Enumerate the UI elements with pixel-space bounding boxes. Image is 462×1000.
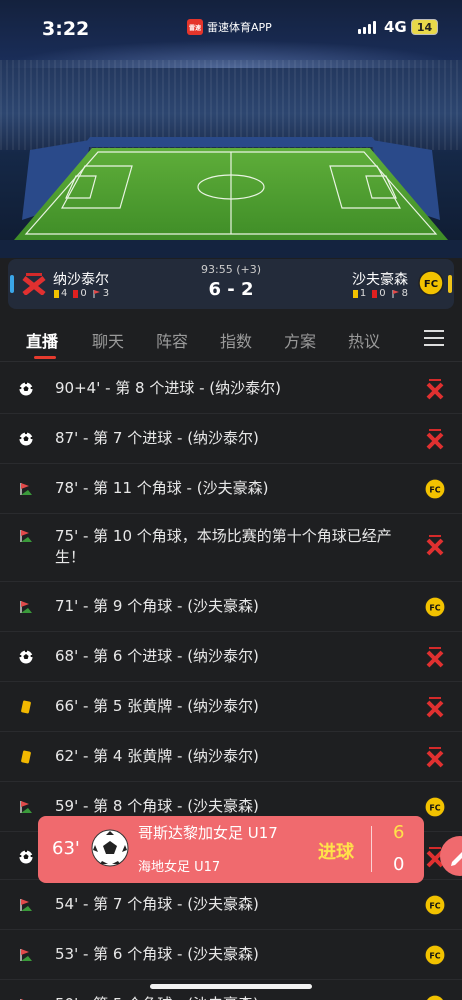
event-text: 75' - 第 10 个角球，本场比赛的第十个角球已经产生！ bbox=[55, 527, 392, 566]
event-row: 90+4' - 第 8 个进球 - (纳沙泰尔) bbox=[0, 364, 462, 414]
away-team-logo-icon: FC bbox=[424, 478, 446, 500]
away-team-logo-icon[interactable]: FC bbox=[418, 270, 444, 296]
event-text: 68' - 第 6 个进球 - (纳沙泰尔) bbox=[55, 647, 259, 665]
home-team-logo-icon bbox=[424, 378, 446, 400]
svg-text:FC: FC bbox=[429, 486, 440, 495]
corner-flag-icon bbox=[18, 528, 34, 544]
event-text: 62' - 第 4 张黄牌 - (纳沙泰尔) bbox=[55, 747, 259, 765]
yellow-card-icon bbox=[352, 289, 358, 298]
away-team-logo-icon: FC bbox=[424, 894, 446, 916]
tab-discussion[interactable]: 热议 bbox=[348, 328, 380, 352]
corner-flag-icon bbox=[18, 947, 34, 963]
menu-icon[interactable] bbox=[424, 330, 444, 346]
away-team-logo-icon: FC bbox=[424, 994, 446, 1000]
cellular-signal-icon bbox=[358, 21, 376, 34]
active-tab-indicator bbox=[34, 356, 56, 359]
svg-text:FC: FC bbox=[429, 804, 440, 813]
event-text: 90+4' - 第 8 个进球 - (纳沙泰尔) bbox=[55, 379, 282, 397]
event-row: 87' - 第 7 个进球 - (纳沙泰尔) bbox=[0, 414, 462, 464]
event-row: 53' - 第 6 个角球 - (沙夫豪森) FC bbox=[0, 930, 462, 980]
battery-icon: 14 bbox=[411, 19, 438, 35]
notification-divider bbox=[371, 826, 372, 872]
event-list: 90+4' - 第 8 个进球 - (纳沙泰尔) 87' - 第 7 个进球 - … bbox=[0, 364, 462, 1000]
away-team-name[interactable]: 沙夫豪森 bbox=[352, 269, 408, 289]
tab-chat[interactable]: 聊天 bbox=[92, 328, 124, 352]
event-row: 71' - 第 9 个角球 - (沙夫豪森) FC bbox=[0, 582, 462, 632]
edit-icon bbox=[451, 852, 462, 866]
floating-edit-button[interactable] bbox=[440, 836, 462, 876]
tab-plan[interactable]: 方案 bbox=[284, 328, 316, 352]
event-text: 66' - 第 5 张黄牌 - (纳沙泰尔) bbox=[55, 697, 259, 715]
app-badge[interactable]: 雷速 雷速体育APP bbox=[187, 19, 272, 35]
home-team-logo-icon bbox=[424, 428, 446, 450]
status-bar: 3:22 雷速 雷速体育APP 4G 14 bbox=[0, 0, 462, 58]
tab-odds[interactable]: 指数 bbox=[220, 328, 252, 352]
event-row: 62' - 第 4 张黄牌 - (纳沙泰尔) bbox=[0, 732, 462, 782]
tab-live[interactable]: 直播 bbox=[26, 328, 58, 352]
event-row: 75' - 第 10 个角球，本场比赛的第十个角球已经产生！ bbox=[0, 514, 462, 582]
corner-flag-icon bbox=[18, 897, 34, 913]
corner-flag-icon bbox=[18, 599, 34, 615]
event-text: 71' - 第 9 个角球 - (沙夫豪森) bbox=[55, 597, 259, 615]
event-row: 50' - 第 5 个角球 - (沙夫豪森) FC bbox=[0, 980, 462, 1000]
event-text: 50' - 第 5 个角球 - (沙夫豪森) bbox=[55, 994, 395, 1000]
home-indicator[interactable] bbox=[150, 984, 312, 989]
away-team-logo-icon: FC bbox=[424, 596, 446, 618]
yellow-card-icon bbox=[18, 749, 34, 765]
yellow-card-icon bbox=[18, 699, 34, 715]
away-corners: 8 bbox=[392, 288, 408, 299]
event-text: 78' - 第 11 个角球 - (沙夫豪森) bbox=[55, 479, 269, 497]
notification-away-score: 0 bbox=[393, 854, 405, 875]
home-team-logo-icon bbox=[424, 696, 446, 718]
corner-flag-icon bbox=[392, 289, 399, 298]
svg-text:FC: FC bbox=[424, 279, 438, 290]
away-team-stats: 1 0 8 bbox=[352, 288, 408, 299]
away-yellow-cards: 1 bbox=[352, 288, 366, 299]
notification-home-score: 6 bbox=[393, 822, 405, 843]
goal-notification[interactable]: 63' 哥斯达黎加女足 U17 海地女足 U17 进球 6 0 bbox=[38, 816, 424, 883]
score-bar: 纳沙泰尔 4 0 3 93:55 (+3) 6 - 2 沙夫豪森 1 0 8 F… bbox=[8, 259, 454, 309]
home-team-logo-icon bbox=[424, 746, 446, 768]
event-row: 66' - 第 5 张黄牌 - (纳沙泰尔) bbox=[0, 682, 462, 732]
event-row: 54' - 第 7 个角球 - (沙夫豪森) FC bbox=[0, 880, 462, 930]
network-type: 4G bbox=[384, 18, 407, 36]
goal-icon bbox=[18, 649, 34, 665]
svg-text:FC: FC bbox=[429, 604, 440, 613]
event-row: 78' - 第 11 个角球 - (沙夫豪森) FC bbox=[0, 464, 462, 514]
tab-bar: 直播 聊天 阵容 指数 方案 热议 bbox=[0, 318, 462, 362]
clock-time: 3:22 bbox=[42, 18, 90, 40]
event-text: 53' - 第 6 个角球 - (沙夫豪森) bbox=[55, 945, 259, 963]
svg-text:FC: FC bbox=[429, 902, 440, 911]
app-name: 雷速体育APP bbox=[207, 21, 272, 34]
tab-lineup[interactable]: 阵容 bbox=[156, 328, 188, 352]
away-color-marker bbox=[448, 275, 452, 293]
away-team-logo-icon: FC bbox=[424, 944, 446, 966]
event-text: 87' - 第 7 个进球 - (纳沙泰尔) bbox=[55, 429, 259, 447]
home-team-logo-icon bbox=[424, 534, 446, 556]
away-team-logo-icon: FC bbox=[424, 796, 446, 818]
corner-flag-icon bbox=[18, 481, 34, 497]
notification-home-team: 哥斯达黎加女足 U17 bbox=[138, 824, 278, 842]
event-row: 68' - 第 6 个进球 - (纳沙泰尔) bbox=[0, 632, 462, 682]
goal-icon bbox=[18, 849, 34, 865]
notification-minute: 63' bbox=[52, 838, 80, 859]
event-text: 54' - 第 7 个角球 - (沙夫豪森) bbox=[55, 895, 259, 913]
event-text: 59' - 第 8 个角球 - (沙夫豪森) bbox=[55, 797, 259, 815]
away-red-cards: 0 bbox=[372, 288, 386, 299]
app-logo-icon: 雷速 bbox=[187, 19, 203, 35]
red-card-icon bbox=[372, 289, 378, 298]
goal-icon bbox=[18, 431, 34, 447]
notification-goal-label: 进球 bbox=[318, 842, 354, 863]
football-icon bbox=[91, 829, 129, 867]
goal-icon bbox=[18, 381, 34, 397]
notification-away-team: 海地女足 U17 bbox=[138, 860, 221, 875]
home-team-logo-icon bbox=[424, 646, 446, 668]
svg-text:FC: FC bbox=[429, 952, 440, 961]
corner-flag-icon bbox=[18, 799, 34, 815]
